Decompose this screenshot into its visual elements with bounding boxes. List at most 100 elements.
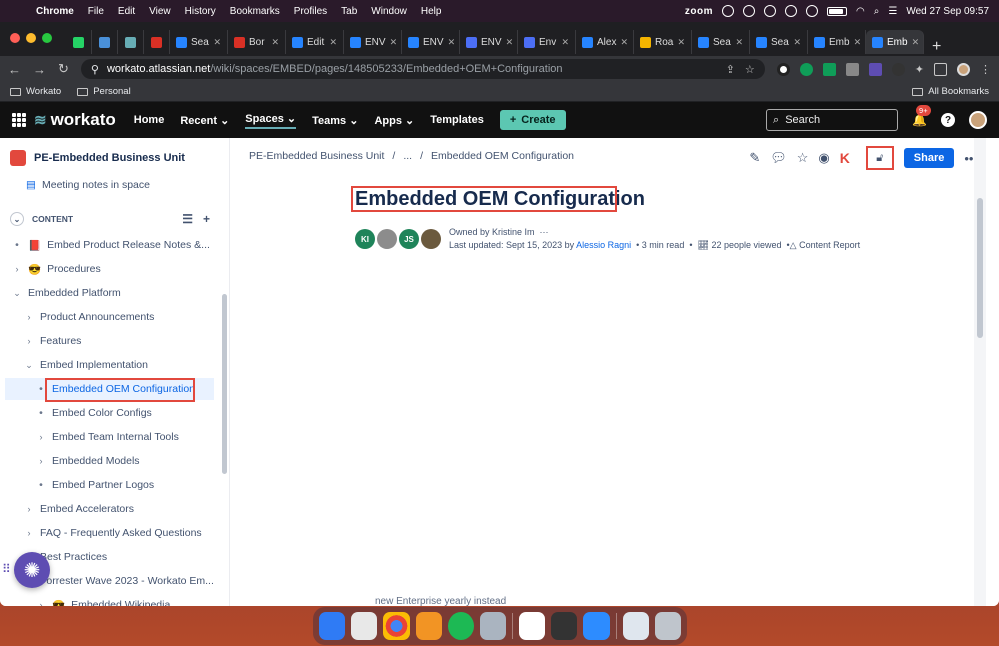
user-avatar[interactable] [969, 111, 987, 129]
browser-tab[interactable]: Env ✕ [518, 30, 576, 54]
menu-history[interactable]: History [185, 6, 216, 17]
browser-tab[interactable]: Sea ✕ [170, 30, 228, 54]
status-check-icon[interactable] [722, 5, 735, 17]
trash-icon[interactable] [654, 612, 681, 640]
app-switcher-icon[interactable] [12, 113, 26, 127]
browser-tab[interactable]: ENV ✕ [460, 30, 518, 54]
search-spotlight-icon[interactable]: ⌕ [874, 6, 880, 17]
status-play-icon[interactable] [785, 5, 798, 17]
menu-view[interactable]: View [149, 6, 171, 17]
calculator-icon[interactable] [551, 612, 578, 640]
extension-shield-icon[interactable] [845, 62, 859, 76]
share-button[interactable]: Share [903, 148, 955, 168]
close-tab-icon[interactable]: ✕ [912, 37, 920, 48]
menu-window[interactable]: Window [371, 6, 407, 17]
sidebar-tree-item[interactable]: › 😎 Procedures [0, 258, 214, 280]
menu-bookmarks[interactable]: Bookmarks [230, 6, 280, 17]
browser-tab[interactable] [144, 30, 170, 54]
chrome-menu-icon[interactable]: ⋮ [980, 63, 991, 76]
sidebar-tree-item[interactable]: › Features [0, 330, 214, 352]
menu-tab[interactable]: Tab [341, 6, 357, 17]
extension-3-icon[interactable] [822, 62, 836, 76]
profile-avatar[interactable] [957, 62, 970, 76]
clock[interactable]: Wed 27 Sep 09:57 [906, 6, 989, 17]
avatar-photo[interactable] [421, 229, 441, 249]
close-tab-icon[interactable]: ✕ [213, 37, 221, 48]
forward-icon[interactable]: → [33, 62, 46, 77]
nav-apps[interactable]: Apps ⌄ [374, 114, 414, 127]
help-icon[interactable]: ? [941, 113, 955, 127]
close-window-icon[interactable] [10, 33, 20, 43]
menu-file[interactable]: File [88, 6, 104, 17]
reload-icon[interactable]: ↻ [58, 61, 69, 77]
chevron-down-icon[interactable]: ⌄ [12, 288, 22, 299]
menu-profiles[interactable]: Profiles [294, 6, 327, 17]
sidebar-tree-item[interactable]: ⌄ Embed Implementation [0, 354, 214, 376]
floating-assistant-button[interactable]: ✺ [14, 552, 50, 588]
close-tab-icon[interactable]: ✕ [793, 37, 801, 48]
browser-tab[interactable] [118, 30, 144, 54]
share-page-icon[interactable]: ⇪ [726, 63, 735, 76]
browser-tab[interactable]: ENV ✕ [344, 30, 402, 54]
nav-templates[interactable]: Templates [430, 114, 484, 126]
extension-6-icon[interactable] [891, 62, 905, 76]
sidebar-tree-item[interactable]: • Embed Color Configs [0, 402, 214, 424]
menu-help[interactable]: Help [421, 6, 442, 17]
status-wrench-icon[interactable] [743, 5, 756, 17]
slack-icon[interactable] [519, 612, 546, 640]
nav-teams[interactable]: Teams ⌄ [312, 114, 358, 127]
chevron-right-icon[interactable]: › [24, 312, 34, 322]
zoom-icon[interactable] [583, 612, 610, 640]
close-tab-icon[interactable]: ✕ [506, 37, 514, 48]
create-button[interactable]: + Create [499, 110, 566, 130]
battery-icon[interactable] [827, 6, 848, 16]
breadcrumb-ellipsis[interactable]: ... [403, 150, 412, 162]
chevron-right-icon[interactable]: › [36, 432, 46, 442]
collapse-chevron-icon[interactable]: ⌄ [10, 212, 24, 226]
close-tab-icon[interactable]: ✕ [854, 37, 862, 48]
chevron-right-icon[interactable]: › [36, 456, 46, 466]
browser-tab[interactable]: Emb ✕ [808, 30, 866, 54]
launchpad-icon[interactable] [351, 612, 378, 640]
sidebar-tree-item[interactable]: › Embed Accelerators [0, 498, 214, 520]
close-tab-icon[interactable]: ✕ [677, 37, 685, 48]
extension-5-icon[interactable] [868, 62, 882, 76]
sidebar-tree-item[interactable]: › Product Announcements [0, 306, 214, 328]
all-bookmarks[interactable]: All Bookmarks [912, 86, 989, 97]
sidebar-tree-item[interactable]: › FAQ - Frequently Asked Questions [0, 522, 214, 544]
menu-edit[interactable]: Edit [118, 6, 135, 17]
watch-eye-icon[interactable]: ◉ [818, 150, 829, 166]
avatar-ki[interactable]: KI [355, 229, 375, 249]
sidepanel-icon[interactable] [934, 62, 947, 76]
browser-tab[interactable]: Sea ✕ [750, 30, 808, 54]
star-icon[interactable]: ☆ [797, 150, 809, 166]
sublime-icon[interactable] [415, 612, 442, 640]
bookmark-personal[interactable]: Personal [77, 86, 131, 97]
close-tab-icon[interactable]: ✕ [329, 37, 337, 48]
people-viewed[interactable]: 22 people viewed [711, 240, 781, 250]
breadcrumb-space[interactable]: PE-Embedded Business Unit [249, 150, 384, 162]
close-tab-icon[interactable]: ✕ [390, 37, 398, 48]
sidebar-tree-item[interactable]: • 📕 Embed Product Release Notes &... [0, 234, 214, 256]
content-report-link[interactable]: Content Report [799, 240, 860, 250]
browser-tab[interactable]: Edit ✕ [286, 30, 344, 54]
browser-tab[interactable]: Alex ✕ [576, 30, 634, 54]
downloads-icon[interactable] [622, 612, 649, 640]
add-content-icon[interactable]: + [203, 212, 210, 226]
sidebar-item-meeting-notes[interactable]: ▤ Meeting notes in space [0, 174, 214, 196]
updated-by-link[interactable]: Alessio Ragni [576, 240, 631, 250]
extension-1-icon[interactable] [776, 62, 790, 76]
edit-pencil-icon[interactable]: ✎ [749, 150, 760, 166]
owned-by[interactable]: Owned by Kristine Im [449, 227, 535, 237]
close-tab-icon[interactable]: ✕ [620, 37, 628, 48]
workato-logo[interactable]: ≋ workato [34, 110, 116, 130]
address-bar[interactable]: ⚲ workato.atlassian.net/wiki/spaces/EMBE… [80, 59, 765, 79]
browser-tab[interactable]: Roa ✕ [634, 30, 692, 54]
chevron-right-icon[interactable]: › [24, 504, 34, 514]
browser-tab[interactable] [92, 30, 118, 54]
close-tab-icon[interactable]: ✕ [735, 37, 743, 48]
avatar-photo[interactable] [377, 229, 397, 249]
new-tab-icon[interactable]: + [932, 38, 941, 56]
browser-tab[interactable]: Sea ✕ [692, 30, 750, 54]
bookmark-workato[interactable]: Workato [10, 86, 61, 97]
